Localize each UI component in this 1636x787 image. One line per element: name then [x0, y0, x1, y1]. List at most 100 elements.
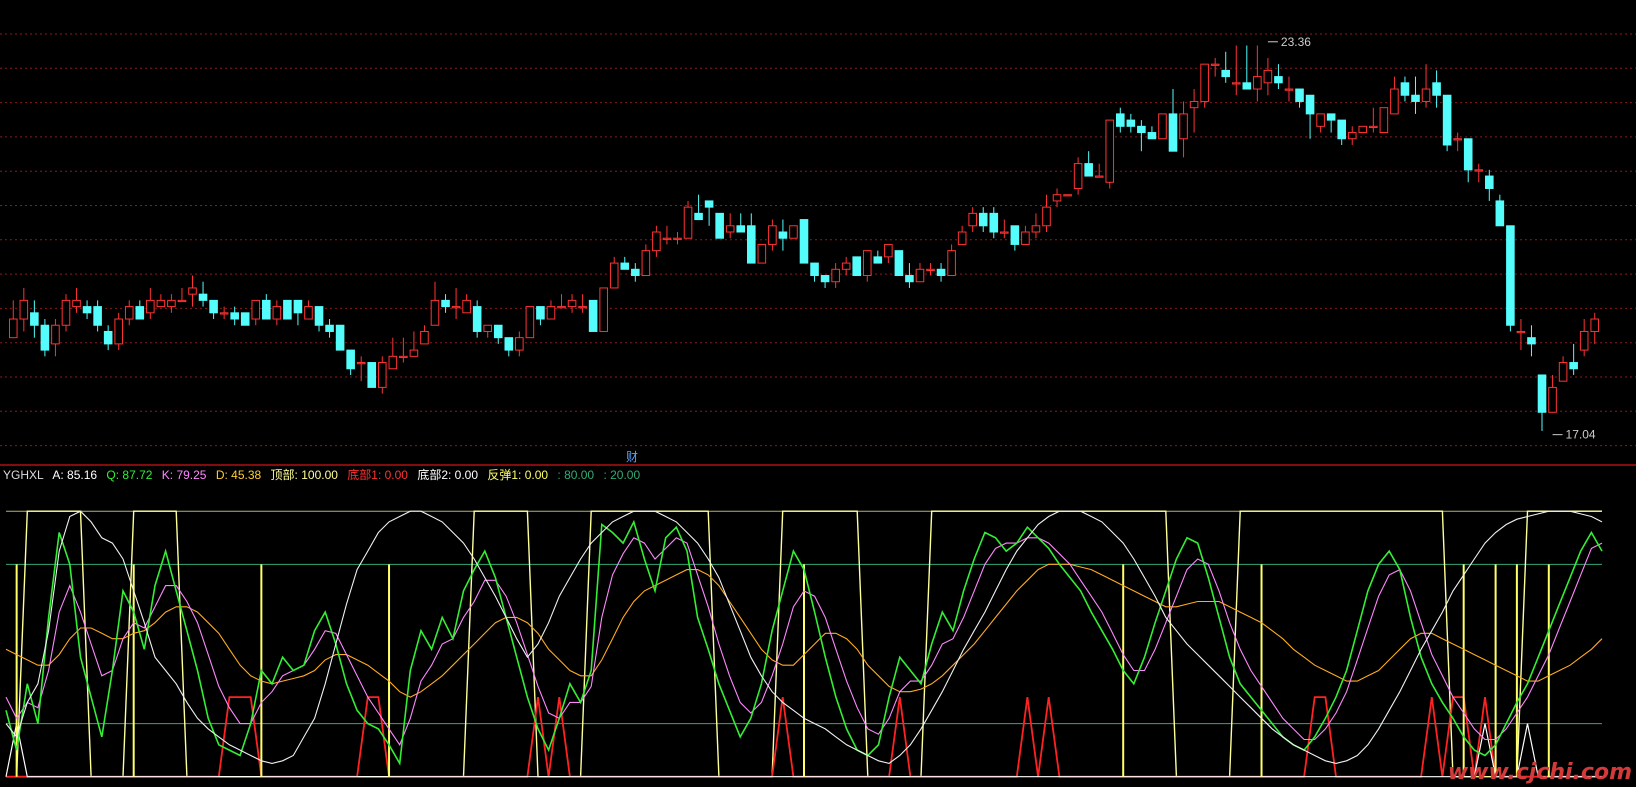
candle-body: [367, 362, 377, 388]
candle: [1463, 138, 1473, 183]
candle-body: [715, 212, 724, 239]
candle: [683, 200, 693, 239]
candle: [926, 263, 935, 276]
candle-body: [768, 225, 777, 245]
cai-marker[interactable]: 财: [626, 448, 642, 464]
candle: [103, 325, 113, 351]
candle-body: [198, 293, 208, 301]
candle-body: [1390, 88, 1399, 115]
candle-body: [905, 275, 914, 283]
candle: [367, 362, 377, 388]
candle: [641, 244, 651, 277]
candle: [483, 324, 493, 338]
candle: [409, 331, 419, 357]
candle: [694, 194, 703, 221]
indicator-name[interactable]: YGHXL: [3, 468, 44, 482]
candle-body: [1548, 386, 1557, 413]
stock-chart: 23.36 17.04: [0, 33, 1636, 778]
candle: [1390, 76, 1399, 115]
candle-body: [1042, 206, 1051, 227]
candle-body: [409, 349, 419, 357]
candle-body: [947, 250, 956, 277]
candle-body: [1063, 194, 1072, 197]
candle-body: [1073, 163, 1083, 189]
candle: [567, 294, 577, 313]
candle: [515, 331, 524, 357]
candle: [578, 294, 587, 313]
candle-body: [1231, 82, 1241, 85]
candle: [325, 319, 334, 338]
candle-body: [968, 212, 977, 227]
candle-body: [93, 306, 102, 326]
indicator-value-q: Q: 87.72: [106, 468, 153, 482]
candle-body: [704, 200, 714, 208]
candle: [620, 256, 630, 270]
candle-body: [641, 250, 651, 277]
candle-body: [388, 355, 398, 370]
candle: [399, 337, 408, 363]
candle-body: [304, 306, 313, 320]
candle-body: [820, 275, 830, 283]
candle-body: [746, 225, 756, 264]
candle-body: [957, 231, 967, 245]
candle-body: [778, 231, 788, 239]
candle: [493, 324, 503, 344]
candle-body: [1158, 113, 1167, 140]
candle-body: [325, 324, 334, 332]
candle: [1369, 107, 1378, 133]
candle-body: [1316, 113, 1325, 127]
candle: [304, 300, 313, 320]
candle: [209, 299, 218, 320]
candle-body: [103, 330, 113, 345]
candle: [1094, 163, 1104, 178]
candle: [93, 300, 102, 332]
candle-body: [873, 256, 883, 264]
candle: [778, 219, 788, 251]
candle-body: [420, 330, 429, 345]
candle: [1084, 151, 1093, 177]
candle-body: [683, 206, 693, 239]
candle: [335, 324, 345, 351]
candle-body: [810, 262, 819, 277]
candle: [1453, 132, 1462, 152]
candle: [652, 225, 661, 257]
candle-body: [451, 306, 461, 309]
indicator-value-d: D: 45.38: [215, 468, 262, 482]
candle-body: [1337, 119, 1346, 140]
candle-body: [1421, 88, 1431, 102]
candle-body: [1537, 374, 1547, 413]
candle: [377, 356, 387, 394]
candle: [1305, 94, 1315, 139]
candle-body: [1200, 63, 1209, 102]
candle: [167, 294, 176, 313]
candle: [1590, 312, 1600, 344]
candle-body: [557, 306, 566, 309]
candle: [1147, 126, 1157, 140]
candle: [1474, 163, 1484, 183]
candle: [884, 243, 893, 264]
candle-body: [167, 299, 176, 308]
candle-body: [177, 299, 187, 303]
candle-body: [936, 268, 946, 277]
candle: [1516, 319, 1526, 351]
candle: [135, 300, 145, 320]
candle-body: [135, 306, 145, 320]
candle-body: [1369, 125, 1378, 129]
candle: [188, 275, 197, 307]
candle: [810, 262, 819, 282]
candle-body: [1274, 76, 1283, 84]
candle-body: [1094, 175, 1104, 178]
candle-body: [620, 262, 630, 270]
candle: [1052, 188, 1062, 208]
candle: [314, 306, 324, 332]
candle-body: [19, 299, 29, 320]
candle-body: [926, 268, 935, 271]
candle-body: [40, 324, 50, 351]
candle: [831, 263, 840, 288]
indicator-value-top: 顶部: 100.00: [270, 468, 338, 482]
candle-body: [1168, 113, 1178, 152]
candle-body: [989, 212, 999, 233]
candle-body: [789, 225, 798, 239]
candle: [283, 299, 292, 320]
candle: [198, 281, 208, 307]
